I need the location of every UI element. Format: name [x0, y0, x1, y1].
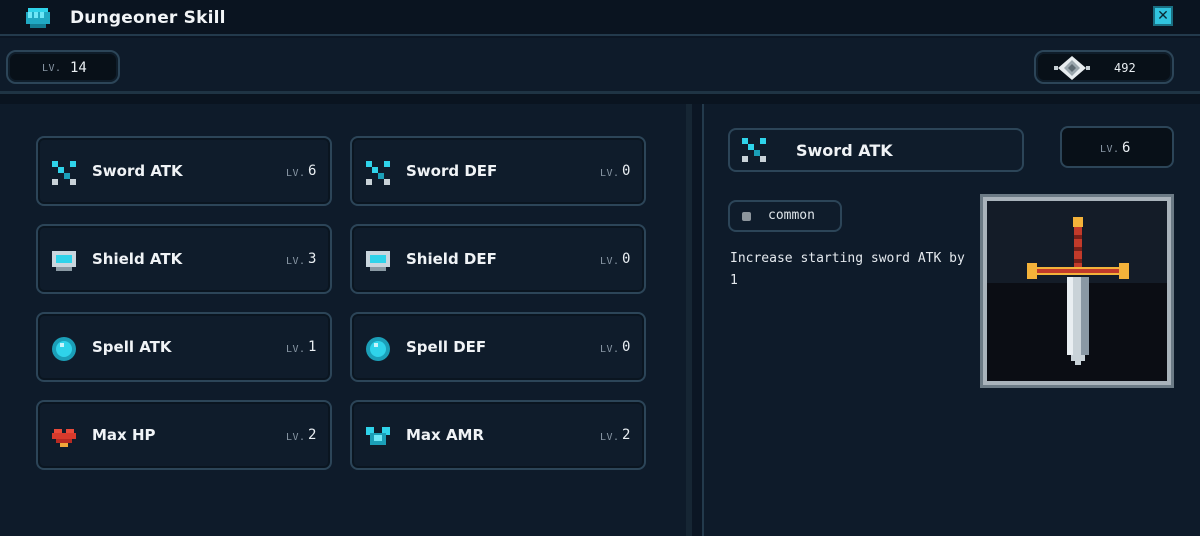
sword-art-icon: [1027, 217, 1129, 365]
skill-card-sword-atk[interactable]: Sword ATK LV. 6: [36, 136, 332, 206]
armor-icon: [366, 427, 390, 445]
level-tag: LV.: [286, 256, 306, 267]
skill-level: 0: [622, 339, 631, 355]
sword-icon: [366, 161, 390, 185]
rarity-badge: common: [728, 200, 842, 232]
skill-level: 1: [308, 339, 317, 355]
skill-level: 2: [622, 427, 631, 443]
skill-artwork: [980, 194, 1174, 388]
rarity-label: common: [768, 208, 815, 223]
level-tag: LV.: [42, 63, 62, 74]
skill-list-panel: Sword ATK LV. 6 Sword DEF LV. 0 Shield A…: [0, 104, 692, 536]
skill-level: 6: [308, 163, 317, 179]
status-bar: LV. 14 492: [0, 38, 1200, 94]
detail-level-badge: LV. 6: [1060, 126, 1174, 168]
level-tag: LV.: [286, 168, 306, 179]
divider: [0, 94, 1200, 104]
heart-icon: [52, 429, 76, 447]
skill-name: Sword ATK: [92, 162, 183, 180]
level-tag: LV.: [600, 256, 620, 267]
skill-card-shield-atk[interactable]: Shield ATK LV. 3: [36, 224, 332, 294]
close-button[interactable]: ✕: [1153, 6, 1173, 26]
skill-level: 2: [308, 427, 317, 443]
level-tag: LV.: [600, 344, 620, 355]
shield-icon: [52, 251, 76, 271]
skill-card-shield-def[interactable]: Shield DEF LV. 0: [350, 224, 646, 294]
skill-level: 0: [622, 163, 631, 179]
window-title: Dungeoner Skill: [70, 8, 226, 28]
level-tag: LV.: [286, 344, 306, 355]
detail-level: 6: [1122, 140, 1131, 156]
orb-icon: [366, 337, 390, 361]
skill-name: Shield DEF: [406, 250, 497, 268]
skill-name: Spell ATK: [92, 338, 172, 356]
detail-skill-name: Sword ATK: [796, 141, 893, 160]
title-bar: Dungeoner Skill ✕: [0, 0, 1200, 36]
skill-card-spell-atk[interactable]: Spell ATK LV. 1: [36, 312, 332, 382]
skill-card-sword-def[interactable]: Sword DEF LV. 0: [350, 136, 646, 206]
level-tag: LV.: [1100, 144, 1120, 155]
skill-level: 0: [622, 251, 631, 267]
skill-detail-panel: Sword ATK LV. 6 common Increase starting…: [702, 104, 1200, 536]
rarity-dot-icon: [742, 212, 751, 221]
skill-name: Max AMR: [406, 426, 485, 444]
sword-icon: [742, 138, 766, 162]
skill-card-max-hp[interactable]: Max HP LV. 2: [36, 400, 332, 470]
skill-name: Sword DEF: [406, 162, 498, 180]
skill-name: Spell DEF: [406, 338, 487, 356]
level-tag: LV.: [600, 168, 620, 179]
gem-icon: [1054, 56, 1090, 80]
currency-amount: 492: [1114, 61, 1136, 75]
close-icon: ✕: [1157, 8, 1169, 24]
skill-level: 3: [308, 251, 317, 267]
player-level: 14: [70, 60, 87, 76]
skill-name: Max HP: [92, 426, 156, 444]
fist-icon: [26, 8, 50, 28]
orb-icon: [52, 337, 76, 361]
detail-title: Sword ATK: [728, 128, 1024, 172]
currency-badge: 492: [1034, 50, 1174, 84]
skill-description: Increase starting sword ATK by 1: [730, 251, 965, 288]
shield-icon: [366, 251, 390, 271]
player-level-badge: LV. 14: [6, 50, 120, 84]
level-tag: LV.: [600, 432, 620, 443]
sword-icon: [52, 161, 76, 185]
skill-card-spell-def[interactable]: Spell DEF LV. 0: [350, 312, 646, 382]
level-tag: LV.: [286, 432, 306, 443]
skill-name: Shield ATK: [92, 250, 183, 268]
skill-card-max-amr[interactable]: Max AMR LV. 2: [350, 400, 646, 470]
